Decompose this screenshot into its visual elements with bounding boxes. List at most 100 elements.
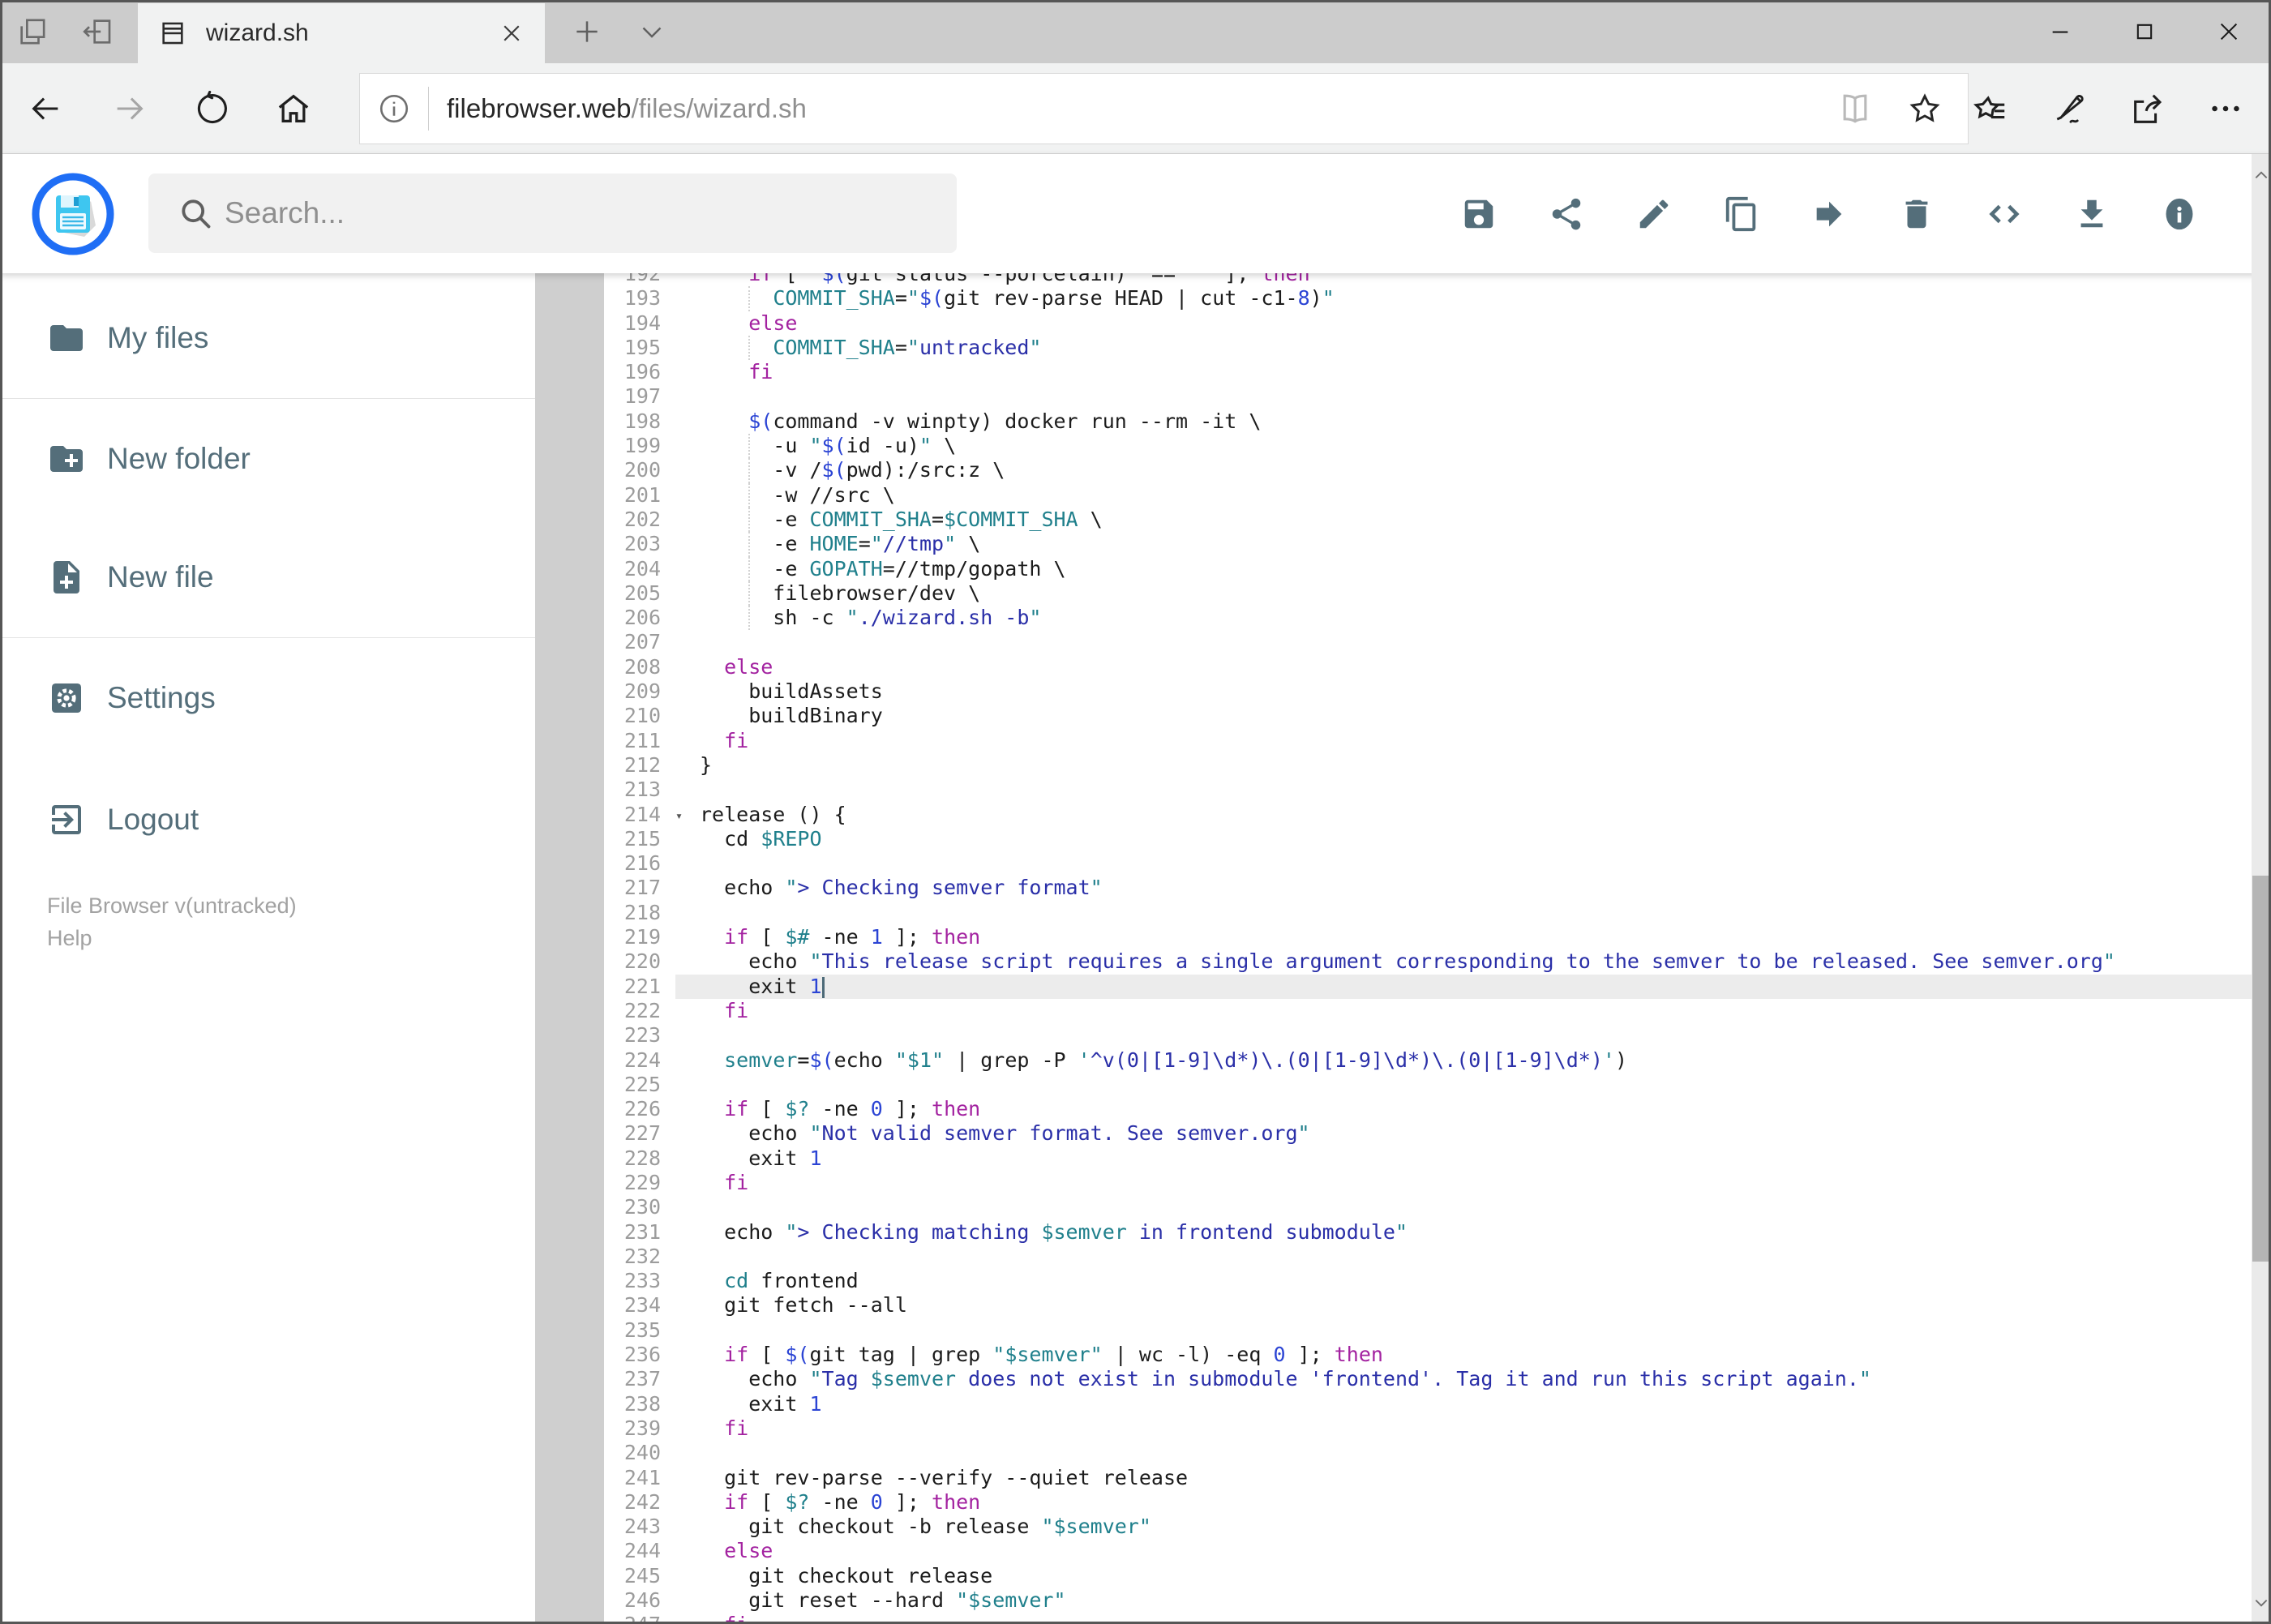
code-view-button[interactable]: [1986, 195, 2023, 233]
set-tabs-aside-icon[interactable]: [65, 0, 130, 63]
code-line[interactable]: 206 sh -c "./wizard.sh -b": [604, 606, 2252, 631]
code-line[interactable]: 204 -e GOPATH=//tmp/gopath \: [604, 556, 2252, 581]
code-line[interactable]: 247 fi: [604, 1613, 2252, 1624]
code-line[interactable]: 219 if [ $# -ne 1 ]; then: [604, 925, 2252, 949]
code-line[interactable]: 242 if [ $? -ne 0 ]; then: [604, 1490, 2252, 1515]
code-line[interactable]: 218: [604, 901, 2252, 925]
code-line[interactable]: 213: [604, 778, 2252, 802]
new-tab-button[interactable]: [556, 0, 618, 63]
code-line[interactable]: 226 if [ $? -ne 0 ]; then: [604, 1097, 2252, 1121]
fold-marker-icon[interactable]: ▾: [675, 803, 696, 828]
more-menu-icon[interactable]: [2191, 74, 2260, 144]
code-line[interactable]: 228 exit 1: [604, 1146, 2252, 1171]
code-line[interactable]: 215 cd $REPO: [604, 827, 2252, 851]
code-line[interactable]: 227 echo "Not valid semver format. See s…: [604, 1121, 2252, 1146]
scrollbar-thumb[interactable]: [2252, 876, 2270, 1262]
code-line[interactable]: 207: [604, 630, 2252, 654]
move-button[interactable]: [1810, 195, 1848, 233]
code-line[interactable]: 194 else: [604, 311, 2252, 336]
back-button[interactable]: [6, 63, 84, 154]
code-line[interactable]: 234 git fetch --all: [604, 1293, 2252, 1318]
copy-button[interactable]: [1723, 195, 1760, 233]
code-line[interactable]: 233 cd frontend: [604, 1269, 2252, 1293]
code-line[interactable]: 205 filebrowser/dev \: [604, 581, 2252, 606]
scroll-up-icon[interactable]: [2252, 159, 2271, 191]
code-line[interactable]: 241 git rev-parse --verify --quiet relea…: [604, 1466, 2252, 1490]
code-line[interactable]: 193 COMMIT_SHA="$(git rev-parse HEAD | c…: [604, 286, 2252, 311]
code-editor[interactable]: 192 if [ "$(git status --porcelain)" == …: [604, 273, 2252, 1624]
annotate-pen-icon[interactable]: [2035, 74, 2105, 144]
browser-tab[interactable]: wizard.sh: [138, 3, 545, 63]
code-line[interactable]: 212}: [604, 753, 2252, 778]
sidebar-item-new-file[interactable]: New file: [0, 545, 535, 610]
code-line[interactable]: 203 -e HOME="//tmp" \: [604, 532, 2252, 557]
code-line[interactable]: 237 echo "Tag $semver does not exist in …: [604, 1367, 2252, 1391]
refresh-button[interactable]: [174, 63, 251, 154]
edit-button[interactable]: [1635, 195, 1673, 233]
help-link[interactable]: Help: [47, 922, 535, 954]
close-window-button[interactable]: [2187, 0, 2271, 63]
code-line[interactable]: 210 buildBinary: [604, 704, 2252, 728]
code-line[interactable]: 214 ▾ release () {: [604, 803, 2252, 827]
code-line[interactable]: 235: [604, 1318, 2252, 1343]
page-scrollbar[interactable]: [2252, 154, 2271, 1624]
code-line[interactable]: 198 $(command -v winpty) docker run --rm…: [604, 409, 2252, 434]
url-text[interactable]: filebrowser.web/files/wizard.sh: [447, 93, 1820, 124]
code-line[interactable]: 243 git checkout -b release "$semver": [604, 1515, 2252, 1539]
minimize-button[interactable]: [2018, 0, 2102, 63]
code-line[interactable]: 211 fi: [604, 729, 2252, 753]
code-line[interactable]: 223: [604, 1023, 2252, 1048]
delete-button[interactable]: [1898, 195, 1935, 233]
scroll-down-icon[interactable]: [2252, 1587, 2271, 1619]
code-line[interactable]: 236 if [ $(git tag | grep "$semver" | wc…: [604, 1343, 2252, 1367]
sidebar-item-my-files[interactable]: My files: [0, 306, 535, 371]
code-line[interactable]: 221 exit 1: [604, 974, 2252, 999]
tab-list-chevron-icon[interactable]: [621, 0, 683, 63]
forward-button[interactable]: [91, 63, 169, 154]
code-line[interactable]: 200 -v /$(pwd):/src:z \: [604, 458, 2252, 483]
filebrowser-logo[interactable]: [31, 172, 115, 256]
code-line[interactable]: 208 else: [604, 655, 2252, 679]
info-button[interactable]: [2161, 195, 2198, 233]
code-line[interactable]: 195 COMMIT_SHA="untracked": [604, 335, 2252, 361]
home-button[interactable]: [255, 63, 332, 154]
reading-view-icon[interactable]: [1820, 74, 1890, 144]
code-line[interactable]: 229 fi: [604, 1171, 2252, 1195]
tab-close-icon[interactable]: [499, 21, 524, 45]
code-line[interactable]: 209 buildAssets: [604, 679, 2252, 704]
code-line[interactable]: 216: [604, 851, 2252, 876]
code-line[interactable]: 217 echo "> Checking semver format": [604, 876, 2252, 900]
favorite-star-icon[interactable]: [1890, 74, 1960, 144]
sidebar-item-logout[interactable]: Logout: [0, 787, 535, 852]
site-info-icon[interactable]: [360, 92, 428, 126]
maximize-button[interactable]: [2102, 0, 2187, 63]
code-line[interactable]: 244 else: [604, 1539, 2252, 1563]
code-line[interactable]: 230: [604, 1195, 2252, 1219]
code-line[interactable]: 239 fi: [604, 1416, 2252, 1441]
code-line[interactable]: 245 git checkout release: [604, 1564, 2252, 1588]
download-button[interactable]: [2073, 195, 2110, 233]
code-line[interactable]: 202 -e COMMIT_SHA=$COMMIT_SHA \: [604, 507, 2252, 533]
code-line[interactable]: 224 semver=$(echo "$1" | grep -P '^v(0|[…: [604, 1048, 2252, 1073]
share-icon[interactable]: [2113, 74, 2183, 144]
tab-preview-icon[interactable]: [0, 0, 65, 63]
code-line[interactable]: 196 fi: [604, 360, 2252, 384]
code-line[interactable]: 199 -u "$(id -u)" \: [604, 434, 2252, 459]
code-line[interactable]: 197: [604, 384, 2252, 409]
code-line[interactable]: 222 fi: [604, 999, 2252, 1023]
code-line[interactable]: 238 exit 1: [604, 1392, 2252, 1416]
code-line[interactable]: 201 -w //src \: [604, 482, 2252, 508]
sidebar-item-new-folder[interactable]: New folder: [0, 426, 535, 491]
code-line[interactable]: 240: [604, 1441, 2252, 1465]
search-box[interactable]: Search...: [148, 174, 957, 253]
hub-favorites-icon[interactable]: [1956, 74, 2025, 144]
code-line[interactable]: 225: [604, 1073, 2252, 1097]
save-button[interactable]: [1460, 195, 1498, 233]
code-line[interactable]: 232: [604, 1245, 2252, 1269]
code-line[interactable]: 192 if [ "$(git status --porcelain)" == …: [604, 273, 2252, 286]
code-line[interactable]: 246 git reset --hard "$semver": [604, 1588, 2252, 1613]
code-line[interactable]: 231 echo "> Checking matching $semver in…: [604, 1220, 2252, 1245]
sidebar-item-settings[interactable]: Settings: [0, 666, 535, 731]
share-file-button[interactable]: [1548, 195, 1585, 233]
code-line[interactable]: 220 echo "This release script requires a…: [604, 949, 2252, 974]
